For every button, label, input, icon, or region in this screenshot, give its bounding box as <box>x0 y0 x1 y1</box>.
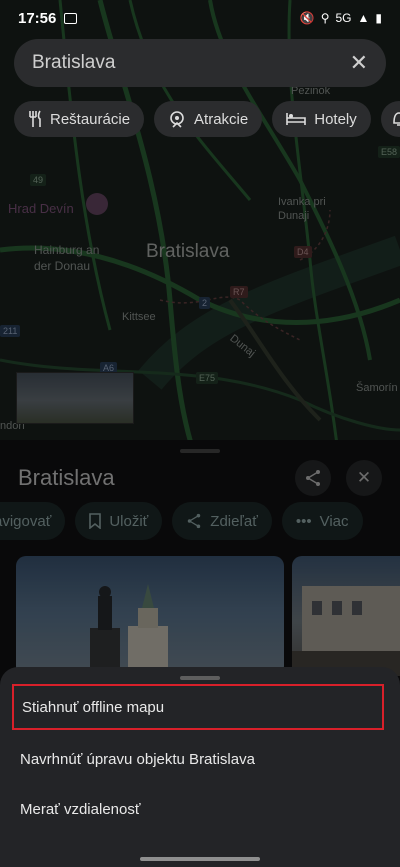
close-icon[interactable]: ✕ <box>350 50 368 76</box>
chip-more[interactable] <box>380 101 400 137</box>
bottom-sheet-menu: Stiahnuť offline mapu Navrhnúť úpravu ob… <box>0 667 400 867</box>
chip-label: Atrakcie <box>194 110 249 128</box>
menu-item-measure-distance[interactable]: Merať vzdialenosť <box>12 786 384 832</box>
search-bar[interactable]: Bratislava ✕ <box>14 39 386 87</box>
menu-item-label: Merať vzdialenosť <box>20 800 141 818</box>
status-time: 17:56 <box>18 9 57 27</box>
chip-hotels[interactable]: Hotely <box>272 101 371 137</box>
network-label: 5G <box>335 11 352 25</box>
location-icon: ⚲ <box>320 11 330 25</box>
chip-label: Hotely <box>314 110 357 128</box>
sheet-drag-handle[interactable] <box>180 676 220 680</box>
attractions-icon <box>170 111 184 128</box>
hotel-icon <box>286 113 307 125</box>
restaurant-icon <box>29 110 41 127</box>
mute-icon: 🔇 <box>299 11 315 25</box>
menu-item-label: Navrhnúť úpravu objektu Bratislava <box>20 750 255 768</box>
gesture-nav-bar[interactable] <box>140 857 260 861</box>
search-input[interactable]: Bratislava <box>32 52 350 74</box>
battery-icon: ▮ <box>375 11 382 25</box>
chip-label: Reštaurácie <box>50 110 131 128</box>
chip-restaurants[interactable]: Reštaurácie <box>14 101 145 137</box>
menu-item-download-offline-map[interactable]: Stiahnuť offline mapu <box>12 684 384 730</box>
gallery-notification-icon <box>64 12 78 24</box>
status-bar: 17:56 🔇 ⚲ 5G ▲ ▮ <box>0 0 400 36</box>
menu-item-suggest-edit[interactable]: Navrhnúť úpravu objektu Bratislava <box>12 736 384 782</box>
signal-icon: ▲ <box>357 11 370 25</box>
menu-item-label: Stiahnuť offline mapu <box>22 698 165 716</box>
bell-icon <box>392 112 400 126</box>
category-chips: Reštaurácie Atrakcie Hotely <box>14 101 400 137</box>
chip-attractions[interactable]: Atrakcie <box>154 101 263 137</box>
